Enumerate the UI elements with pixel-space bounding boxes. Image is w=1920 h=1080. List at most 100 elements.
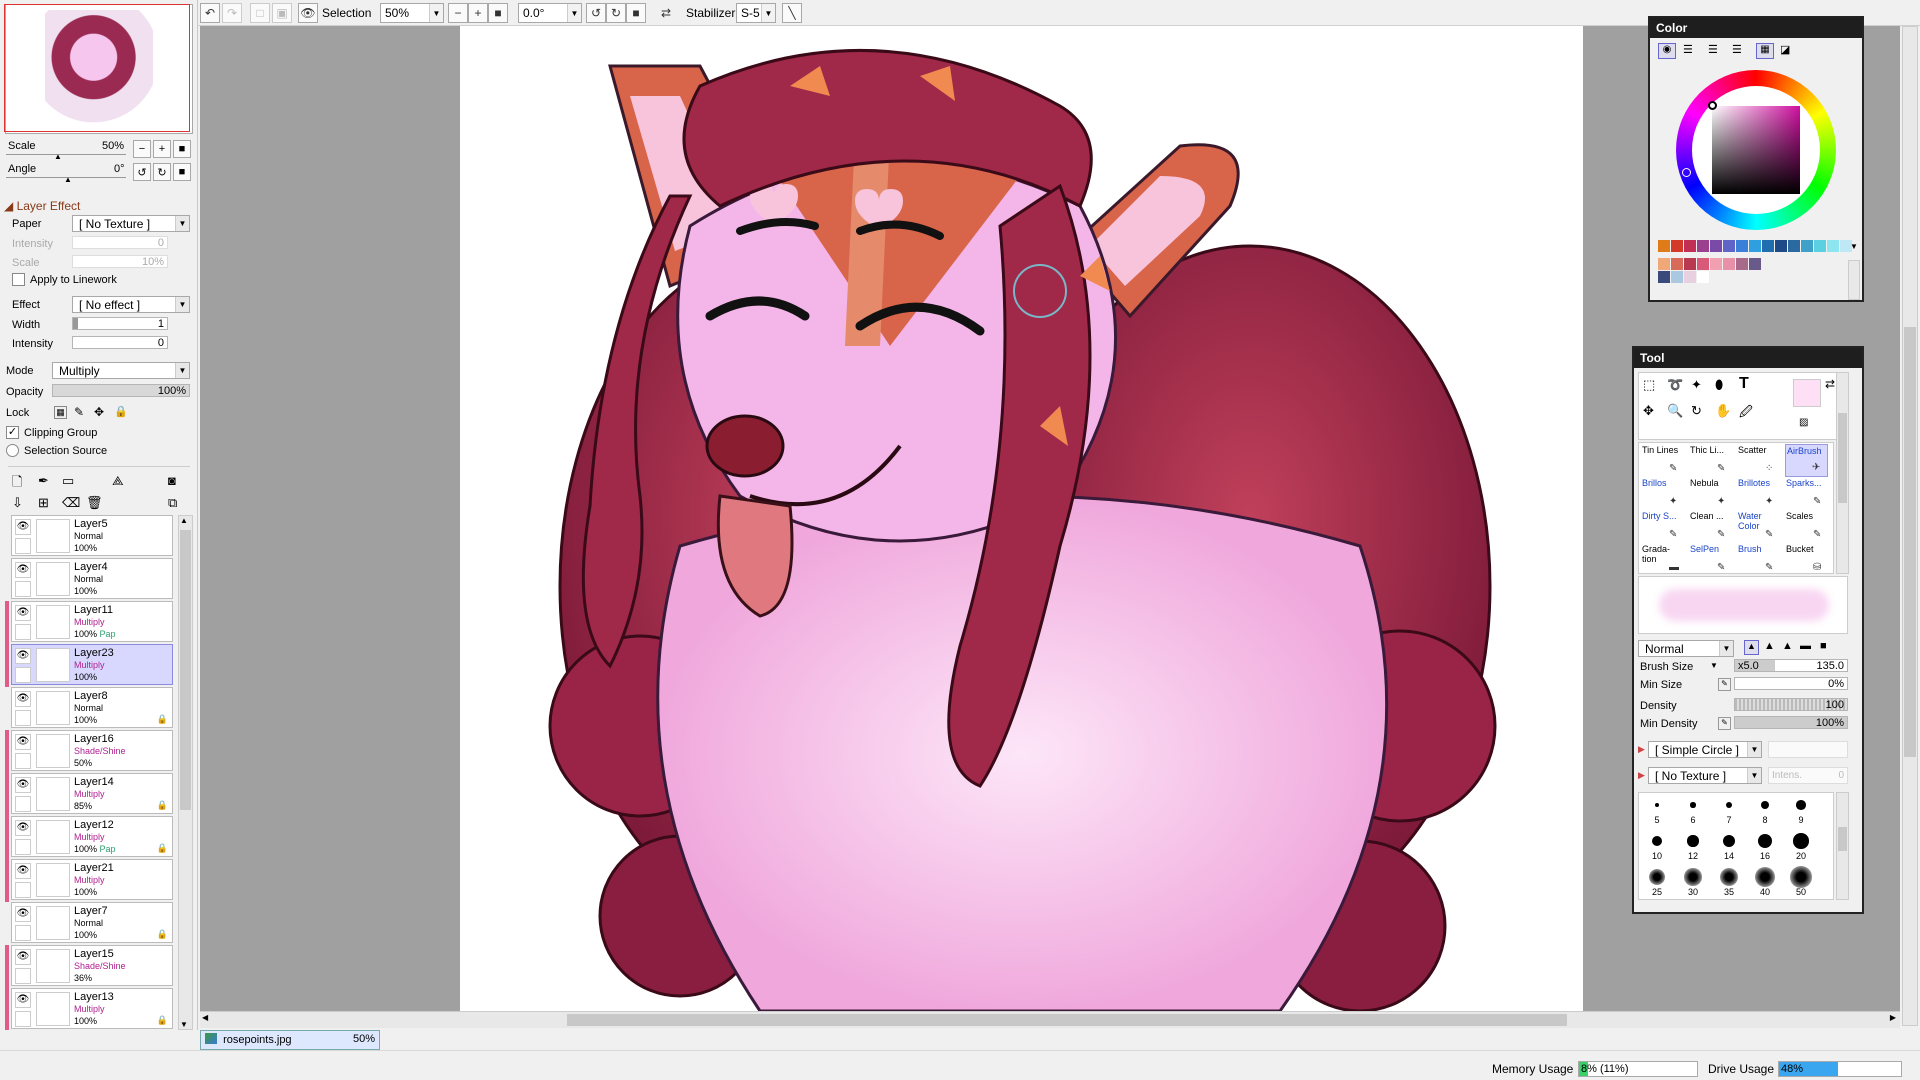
- layer-select-checkbox[interactable]: [15, 839, 31, 855]
- brush-size-dot[interactable]: [1684, 868, 1702, 886]
- brush-size-dot[interactable]: [1757, 833, 1773, 849]
- brush-shape-sharp-icon[interactable]: ▲: [1744, 640, 1759, 655]
- opacity-slider[interactable]: 100%: [52, 384, 190, 397]
- new-linework-layer-icon[interactable]: ✒: [38, 473, 49, 489]
- width-slider[interactable]: 1: [72, 317, 168, 330]
- brush-shape-select[interactable]: [ Simple Circle ] ▼: [1648, 741, 1762, 758]
- rotate-reset-icon[interactable]: ■: [173, 163, 191, 181]
- brush-size-dot[interactable]: [1649, 869, 1665, 885]
- rotate-right-icon[interactable]: ↻: [153, 163, 171, 181]
- chevron-down-icon[interactable]: ▼: [1850, 242, 1858, 251]
- layer-select-checkbox[interactable]: [15, 925, 31, 941]
- brush-size-dot[interactable]: [1760, 800, 1770, 810]
- canvas-scroll-thumb[interactable]: [567, 1014, 1567, 1026]
- brush-size-dot[interactable]: [1754, 866, 1776, 888]
- brush-blend-mode-select[interactable]: Normal ▼: [1638, 640, 1734, 657]
- layer-row[interactable]: 👁 Layer8 Normal 100% 🔒: [11, 687, 173, 728]
- layer-row[interactable]: 👁 Layer14 Multiply 85% 🔒: [11, 773, 173, 814]
- layer-row[interactable]: 👁 Layer21 Multiply 100%: [11, 859, 173, 900]
- straight-line-icon[interactable]: ╲: [782, 3, 802, 23]
- primary-color-swatch[interactable]: [1793, 379, 1821, 407]
- palette-swatch[interactable]: [1814, 240, 1826, 252]
- visibility-eye-icon[interactable]: 👁: [15, 734, 31, 750]
- scratchpad-mode-icon[interactable]: ◪: [1780, 43, 1790, 56]
- brush-preset[interactable]: Brillotes ✦: [1737, 477, 1780, 510]
- visibility-eye-icon[interactable]: 👁: [15, 648, 31, 664]
- layer-properties-icon[interactable]: ⧉: [168, 495, 177, 511]
- brush-texture-intensity[interactable]: Intens. 0: [1768, 767, 1848, 784]
- layer-select-checkbox[interactable]: [15, 882, 31, 898]
- lock-paint-icon[interactable]: ✎: [74, 405, 84, 419]
- chevron-down-icon[interactable]: ▼: [1710, 661, 1718, 670]
- palette-swatch[interactable]: [1775, 240, 1787, 252]
- palette-swatch[interactable]: [1723, 240, 1735, 252]
- brush-grid-scrollbar[interactable]: [1836, 372, 1849, 574]
- brush-shape-flat-icon[interactable]: ■: [1820, 640, 1827, 652]
- palette-swatch[interactable]: [1684, 258, 1696, 270]
- undo-icon[interactable]: ↶: [200, 3, 220, 23]
- palette-swatch[interactable]: [1697, 240, 1709, 252]
- merge-down-icon[interactable]: ⊞: [38, 495, 49, 511]
- brush-preset[interactable]: SelPen ✎: [1689, 543, 1732, 576]
- brush-size-dot[interactable]: [1796, 800, 1806, 810]
- layer-select-checkbox[interactable]: [15, 796, 31, 812]
- magic-wand-icon[interactable]: ✦: [1691, 377, 1702, 393]
- rotate-tool-icon[interactable]: ↻: [1691, 403, 1702, 419]
- redo-icon[interactable]: ↷: [222, 3, 242, 23]
- layer-list-scroll-thumb[interactable]: [180, 530, 191, 810]
- zoom-select[interactable]: 50% ▼: [380, 3, 444, 23]
- scale-slider[interactable]: [6, 154, 126, 155]
- swap-colors-icon[interactable]: ⇄: [1825, 377, 1835, 391]
- layer-select-checkbox[interactable]: [15, 753, 31, 769]
- intensity2-slider[interactable]: 0: [72, 336, 168, 349]
- visibility-eye-icon[interactable]: 👁: [15, 519, 31, 535]
- layer-select-checkbox[interactable]: [15, 968, 31, 984]
- layer-select-checkbox[interactable]: [15, 1011, 31, 1027]
- layer-effect-header[interactable]: ◢ Layer Effect: [4, 199, 80, 213]
- stabilizer-select[interactable]: S-5 ▼: [736, 3, 776, 23]
- layer-select-checkbox[interactable]: [15, 667, 31, 683]
- palette-swatch[interactable]: [1762, 240, 1774, 252]
- brush-size-slider[interactable]: x5.0 135.0: [1734, 659, 1848, 672]
- palette-scrollbar[interactable]: [1848, 260, 1860, 300]
- brush-size-dot[interactable]: [1793, 833, 1809, 849]
- apply-linework-checkbox[interactable]: [12, 273, 25, 286]
- clipping-group-checkbox[interactable]: ✓: [6, 426, 19, 439]
- zoom-in-icon[interactable]: +: [153, 140, 171, 158]
- palette-swatch[interactable]: [1710, 258, 1722, 270]
- palette-swatch[interactable]: [1749, 240, 1761, 252]
- zoom-out-icon[interactable]: −: [133, 140, 151, 158]
- rotate-right-icon[interactable]: ↻: [606, 3, 626, 23]
- text-tool-icon[interactable]: T: [1739, 375, 1749, 393]
- brush-shape-intensity[interactable]: [1768, 741, 1848, 758]
- pressure-density-icon[interactable]: ✎: [1718, 717, 1731, 730]
- layer-row[interactable]: 👁 Layer12 Multiply 100% Pap 🔒: [11, 816, 173, 857]
- brush-size-dot[interactable]: [1690, 802, 1696, 808]
- canvas-horizontal-scrollbar[interactable]: ◀ ▶: [200, 1011, 1900, 1028]
- palette-swatch[interactable]: [1697, 258, 1709, 270]
- visibility-eye-icon[interactable]: 👁: [15, 906, 31, 922]
- palette-swatch[interactable]: [1671, 258, 1683, 270]
- layer-row[interactable]: 👁 Layer23 Multiply 100%: [11, 644, 173, 685]
- color-picker-cursor[interactable]: [1708, 101, 1717, 110]
- zoom-out-icon[interactable]: −: [448, 3, 468, 23]
- hsv-slider-mode-icon[interactable]: ☰: [1708, 43, 1718, 56]
- scroll-right-icon[interactable]: ▶: [1890, 1013, 1896, 1022]
- main-vertical-scroll-thumb[interactable]: [1904, 327, 1916, 757]
- lock-move-icon[interactable]: ✥: [94, 405, 104, 419]
- rect-select-icon[interactable]: ⬚: [1643, 377, 1655, 393]
- palette-swatch[interactable]: [1736, 258, 1748, 270]
- move-tool-icon[interactable]: ✥: [1643, 403, 1654, 419]
- palette-swatch[interactable]: [1788, 240, 1800, 252]
- min-size-slider[interactable]: 0%: [1734, 677, 1848, 690]
- layer-select-checkbox[interactable]: [15, 624, 31, 640]
- palette-swatch[interactable]: [1671, 271, 1683, 283]
- brush-preset[interactable]: Brillos ✦: [1641, 477, 1684, 510]
- brush-size-dot[interactable]: [1655, 803, 1659, 807]
- blend-mode-select[interactable]: Multiply ▼: [52, 362, 190, 379]
- eyedropper-icon[interactable]: 🖉: [1739, 403, 1753, 425]
- flip-horizontal-icon[interactable]: ⇄: [656, 3, 676, 23]
- palette-swatch[interactable]: [1684, 240, 1696, 252]
- new-layer-icon[interactable]: 🗋: [12, 473, 22, 495]
- visibility-eye-icon[interactable]: 👁: [15, 777, 31, 793]
